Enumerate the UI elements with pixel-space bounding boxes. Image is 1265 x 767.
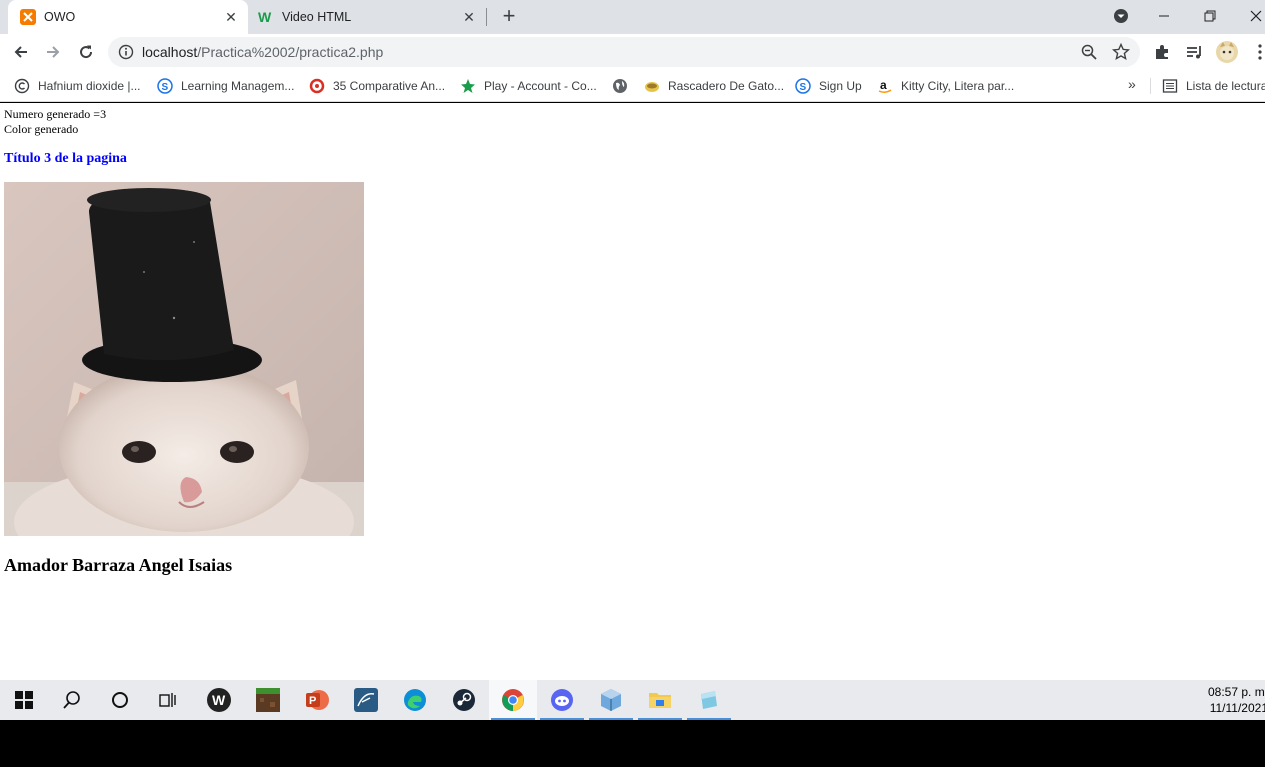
restore-button[interactable]	[1190, 0, 1230, 32]
page-heading: Título 3 de la pagina	[4, 151, 127, 166]
generated-color-text: Color generado	[4, 122, 79, 136]
tab-strip: OWO ✕ W Video HTML ✕ +	[0, 0, 1265, 34]
globe-icon	[612, 78, 628, 94]
browser-toolbar: localhost/Practica%2002/practica2.php	[0, 34, 1265, 70]
box-icon	[644, 78, 660, 94]
svg-text:S: S	[162, 82, 169, 93]
page-content: Numero generado =3 Color generado Título…	[0, 103, 1265, 680]
bookmark-label: Rascadero De Gato...	[668, 79, 785, 93]
svg-text:a: a	[880, 78, 887, 92]
bookmark-kitty-city[interactable]: a Kitty City, Litera par...	[877, 76, 1014, 96]
forward-arrow-icon[interactable]	[40, 39, 66, 65]
back-arrow-icon[interactable]	[8, 39, 34, 65]
bookmark-comparative[interactable]: 35 Comparative An...	[309, 76, 445, 96]
svg-text:P: P	[309, 695, 316, 707]
task-view-icon[interactable]	[144, 680, 192, 720]
search-icon[interactable]	[48, 680, 96, 720]
more-bookmarks-button[interactable]: »	[1128, 76, 1136, 92]
chrome-icon[interactable]	[489, 680, 537, 720]
s-icon: S	[795, 78, 811, 94]
system-clock[interactable]: 08:57 p. m. 11/11/2021	[1208, 684, 1265, 716]
address-bar[interactable]: localhost/Practica%2002/practica2.php	[108, 37, 1140, 67]
minecraft-icon[interactable]	[244, 680, 292, 720]
w-icon: W	[258, 9, 274, 25]
svg-text:W: W	[258, 9, 272, 25]
bookmark-learning-management[interactable]: S Learning Managem...	[157, 76, 294, 96]
cat-with-top-hat-image	[4, 182, 364, 536]
bookmark-play-account[interactable]: Play - Account - Co...	[460, 76, 597, 96]
s-icon: S	[157, 78, 173, 94]
mysql-workbench-icon[interactable]	[342, 680, 390, 720]
screen-bottom-area	[0, 720, 1265, 767]
bookmark-star-icon[interactable]	[1111, 42, 1131, 61]
virtualbox-icon[interactable]	[587, 680, 635, 720]
reading-list-label: Lista de lectura	[1186, 79, 1265, 93]
bookmark-sign-up[interactable]: S Sign Up	[795, 76, 862, 96]
windows-taskbar: W P 08:57 p. m. 11/11/2021	[0, 680, 1265, 720]
bookmark-hafnium[interactable]: Hafnium dioxide |...	[14, 76, 141, 96]
reading-list-button[interactable]: Lista de lectura	[1162, 76, 1265, 96]
svg-text:W: W	[212, 692, 226, 708]
discord-icon[interactable]	[538, 680, 586, 720]
clock-date: 11/11/2021	[1209, 701, 1265, 715]
profile-avatar[interactable]	[1215, 40, 1239, 64]
minimize-button[interactable]	[1144, 0, 1184, 32]
bookmark-label: Kitty City, Litera par...	[901, 79, 1015, 93]
bookmarks-divider	[1150, 78, 1151, 94]
generated-number-text: Numero generado =3	[4, 107, 107, 121]
bookmark-label: Learning Managem...	[181, 79, 295, 93]
xampp-icon	[20, 9, 36, 25]
windows-start-icon[interactable]	[0, 680, 48, 720]
star-icon	[460, 78, 476, 94]
clock-time: 08:57 p. m.	[1208, 685, 1265, 699]
author-name: Amador Barraza Angel Isaias	[4, 555, 233, 575]
url-path: /Practica%2002/practica2.php	[197, 44, 384, 60]
extensions-puzzle-icon[interactable]	[1152, 42, 1172, 62]
wamp-icon[interactable]: W	[195, 680, 243, 720]
tab-divider	[486, 8, 487, 26]
bookmarks-bar: Hafnium dioxide |... S Learning Managem.…	[0, 70, 1265, 102]
file-explorer-icon[interactable]	[636, 680, 684, 720]
url-text[interactable]: localhost/Practica%2002/practica2.php	[142, 44, 383, 60]
tab-video-html[interactable]: W Video HTML ✕	[248, 0, 486, 34]
cortana-icon[interactable]	[96, 680, 144, 720]
bookmark-label: Play - Account - Co...	[484, 79, 597, 93]
bookmark-globe[interactable]	[612, 76, 636, 96]
close-tab-icon[interactable]: ✕	[222, 8, 240, 26]
new-tab-button[interactable]: +	[498, 5, 520, 28]
bookmark-label: 35 Comparative An...	[333, 79, 446, 93]
reload-icon[interactable]	[73, 39, 99, 65]
site-info-icon[interactable]	[118, 44, 134, 60]
browser-menu-icon[interactable]	[1250, 42, 1265, 62]
tab-title: Video HTML	[282, 10, 352, 24]
url-host: localhost	[142, 44, 198, 60]
tab-owo[interactable]: OWO ✕	[8, 0, 248, 34]
close-window-button[interactable]	[1236, 0, 1265, 32]
svg-text:S: S	[800, 82, 807, 93]
notepad-icon[interactable]	[685, 680, 733, 720]
powerpoint-icon[interactable]: P	[293, 680, 341, 720]
amazon-icon: a	[877, 78, 893, 94]
bookmark-label: Sign Up	[819, 79, 862, 93]
reading-list-icon	[1162, 78, 1178, 94]
steam-icon[interactable]	[440, 680, 488, 720]
close-tab-icon[interactable]: ✕	[460, 8, 478, 26]
tab-title: OWO	[44, 10, 76, 24]
tab-search-dropdown-icon[interactable]	[1101, 0, 1141, 32]
bookmark-rascadero[interactable]: Rascadero De Gato...	[644, 76, 784, 96]
red-circle-icon	[309, 78, 325, 94]
edge-icon[interactable]	[391, 680, 439, 720]
copyright-icon	[14, 78, 30, 94]
zoom-icon[interactable]	[1080, 43, 1098, 61]
media-control-icon[interactable]	[1184, 42, 1204, 62]
bookmark-label: Hafnium dioxide |...	[38, 79, 141, 93]
